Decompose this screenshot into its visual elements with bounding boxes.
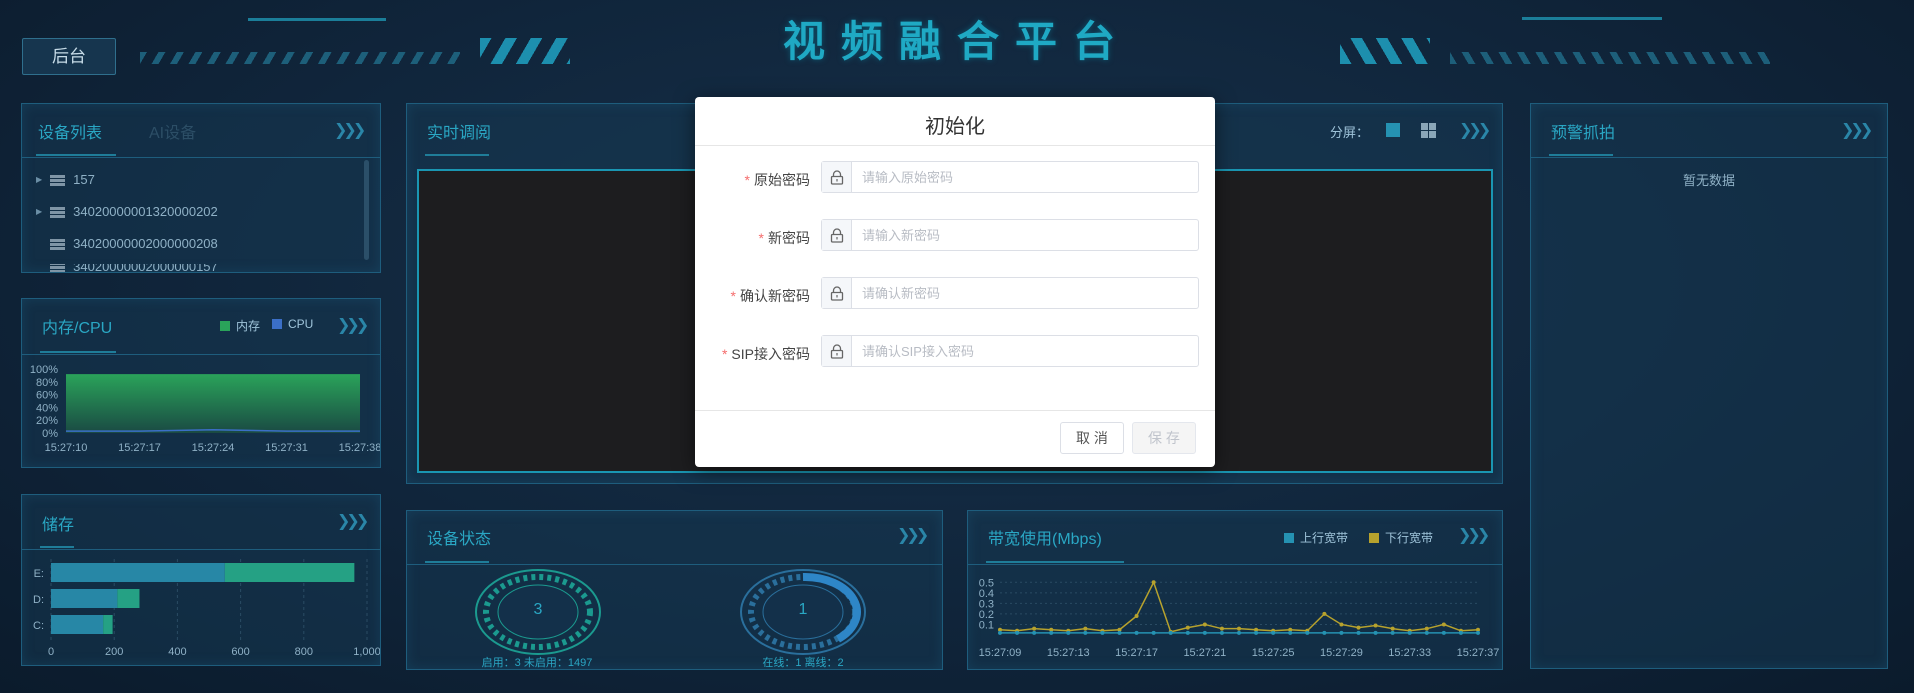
cancel-button[interactable]: 取 消 — [1060, 422, 1124, 454]
original-password-input[interactable] — [852, 162, 1198, 192]
sip-password-label: * SIP接入密码 — [721, 346, 810, 362]
lock-icon — [822, 336, 852, 366]
original-password-label: * 原始密码 — [744, 172, 810, 188]
dialog-footer-divider — [695, 410, 1215, 411]
lock-icon — [822, 220, 852, 250]
sip-password-field[interactable] — [821, 335, 1199, 367]
confirm-password-field[interactable] — [821, 277, 1199, 309]
sip-password-input[interactable] — [852, 336, 1198, 366]
confirm-password-label: * 确认新密码 — [730, 288, 810, 304]
new-password-field[interactable] — [821, 219, 1199, 251]
lock-icon — [822, 278, 852, 308]
new-password-input[interactable] — [852, 220, 1198, 250]
save-button[interactable]: 保 存 — [1132, 422, 1196, 454]
original-password-field[interactable] — [821, 161, 1199, 193]
new-password-label: * 新密码 — [758, 230, 810, 246]
init-dialog: 初始化 * 原始密码 * 新密码 * 确认新密码 * SIP接入密码 取 消 保 存 — [695, 97, 1215, 467]
dialog-title: 初始化 — [925, 116, 985, 138]
dialog-header-divider — [695, 145, 1215, 146]
lock-icon — [822, 162, 852, 192]
confirm-password-input[interactable] — [852, 278, 1198, 308]
